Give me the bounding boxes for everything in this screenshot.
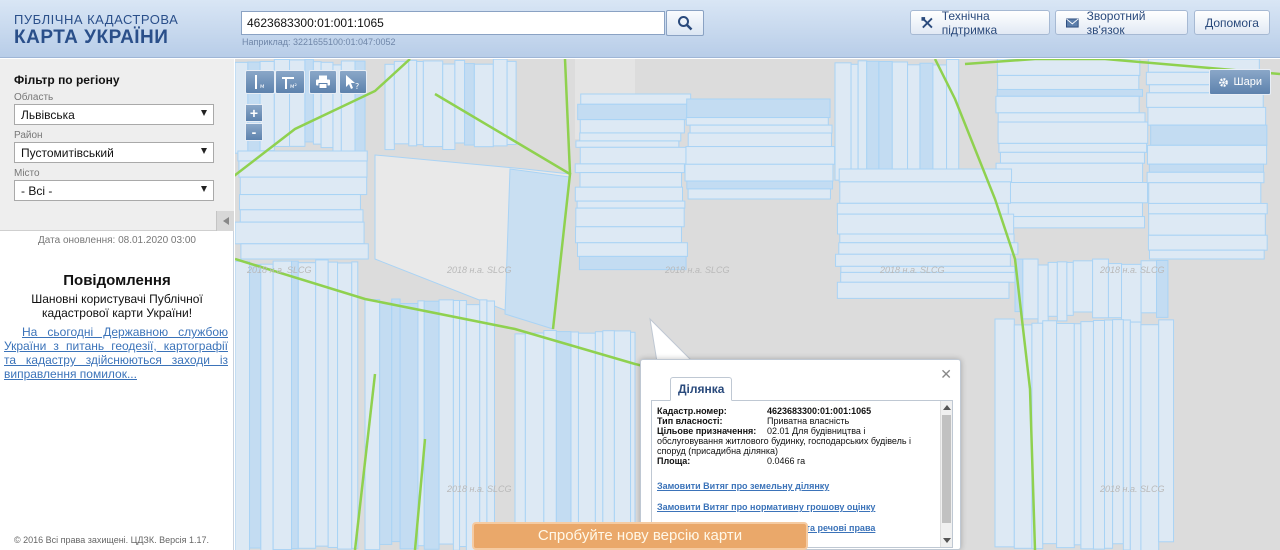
notice-link[interactable]: На сьогодні Державною службою України з … — [4, 325, 228, 381]
purpose-value-2: обслуговування житлового будинку, господ… — [657, 436, 912, 456]
watermark: 2018 н.а. SLCG — [665, 265, 730, 275]
feedback-button[interactable]: Зворотний зв'язок — [1055, 8, 1188, 37]
area-value: 0.0466 га — [767, 456, 806, 466]
order-valuation-extract-link[interactable]: Замовити Витяг про нормативну грошову оц… — [657, 502, 875, 512]
print-button[interactable] — [309, 70, 337, 94]
gear-icon — [1218, 77, 1228, 87]
zoom-in-button[interactable]: + — [245, 104, 263, 122]
notice-text: Шановні користувачі Публічної кадастрово… — [31, 292, 203, 320]
region-select[interactable]: Львівська — [14, 104, 214, 125]
watermark: 2018 н.а. SLCG — [880, 265, 945, 275]
logo-line-1: ПУБЛІЧНА КАДАСТРОВА — [14, 12, 179, 27]
watermark: 2018 н.а. SLCG — [447, 484, 512, 494]
watermark: 2018 н.а. SLCG — [1100, 484, 1165, 494]
scroll-down-icon[interactable] — [943, 538, 951, 543]
order-parcel-extract-link[interactable]: Замовити Витяг про земельну ділянку — [657, 481, 829, 491]
chevron-left-icon — [222, 217, 229, 225]
ruler-distance-icon: м — [255, 75, 265, 90]
chevron-down-icon — [201, 110, 207, 116]
collapse-sidebar-button[interactable] — [216, 211, 234, 231]
support-button[interactable]: Технічна підтримка — [910, 8, 1050, 37]
region-filter: Фільтр по регіону Область Львівська Райо… — [0, 59, 234, 231]
popup-scrollbar[interactable] — [940, 401, 952, 547]
district-select[interactable]: Пустомитівський — [14, 142, 214, 163]
area-label: Площа: — [657, 456, 691, 466]
site-logo[interactable]: ПУБЛІЧНА КАДАСТРОВА КАРТА УКРАЇНИ — [14, 12, 178, 48]
purpose-label: Цільове призначення: — [657, 426, 757, 436]
search-icon — [678, 16, 693, 31]
tools-icon — [921, 16, 933, 28]
logo-line-2: КАРТА УКРАЇНИ — [14, 27, 169, 48]
cadastre-label: Кадастр.номер: — [657, 406, 727, 416]
notice-title: Повідомлення — [63, 272, 171, 289]
support-label: Технічна підтримка — [941, 8, 998, 37]
new-version-banner[interactable]: Спробуйте нову версію карти — [472, 522, 808, 550]
scroll-up-icon[interactable] — [943, 405, 951, 410]
ruler-area-icon: м² — [282, 77, 298, 90]
envelope-icon — [1066, 17, 1079, 28]
layers-label: Шари — [1233, 76, 1262, 88]
popup-pointer — [649, 317, 695, 363]
tab-parcel[interactable]: Ділянка — [670, 377, 733, 401]
cursor-question-icon: ? — [346, 75, 359, 90]
measure-area-button[interactable]: м² — [275, 70, 305, 94]
filter-title: Фільтр по регіону — [14, 73, 120, 87]
svg-text:м²: м² — [290, 83, 298, 90]
svg-text:?: ? — [355, 82, 359, 90]
header: ПУБЛІЧНА КАДАСТРОВА КАРТА УКРАЇНИ Наприк… — [0, 0, 1280, 58]
region-select-value: Львівська — [21, 108, 75, 122]
purpose-value-1: 02.01 Для будівництва і — [767, 426, 866, 436]
chevron-down-icon — [201, 148, 207, 154]
parcel-info: Кадастр.номер: 4623683300:01:001:1065 Тип… — [657, 406, 935, 466]
cadastre-value: 4623683300:01:001:1065 — [767, 406, 872, 416]
city-label: Місто — [14, 168, 40, 179]
layers-button[interactable]: Шари — [1208, 69, 1271, 95]
district-label: Район — [14, 130, 43, 141]
city-select[interactable]: - Всі - — [14, 180, 214, 201]
search-hint: Наприклад: 3221655100:01:047:0052 — [242, 37, 396, 47]
region-label: Область — [14, 92, 54, 103]
svg-text:м: м — [260, 83, 265, 90]
chevron-down-icon — [201, 186, 207, 192]
search-input[interactable] — [241, 11, 665, 35]
printer-icon — [316, 75, 330, 89]
map-view[interactable]: 2018 н.а. SLCG 2018 н.а. SLCG 2018 н.а. … — [235, 59, 1280, 550]
scroll-thumb[interactable] — [942, 415, 951, 523]
measure-distance-button[interactable]: м — [245, 70, 275, 94]
help-button[interactable]: Допомога — [1194, 10, 1270, 35]
district-select-value: Пустомитівський — [21, 146, 114, 160]
copyright: © 2016 Всі права захищені. ЦДЗК. Версія … — [14, 535, 210, 545]
help-label: Допомога — [1205, 15, 1259, 30]
update-date: Дата оновлення: 08.01.2020 03:00 — [38, 235, 196, 246]
ownership-value: Приватна власність — [767, 416, 850, 426]
search-button[interactable] — [666, 10, 704, 36]
watermark: 2018 н.а. SLCG — [1100, 265, 1165, 275]
watermark: 2018 н.а. SLCG — [247, 265, 312, 275]
identify-button[interactable]: ? — [339, 70, 367, 94]
close-icon[interactable]: ✕ — [940, 366, 952, 383]
zoom-out-button[interactable]: - — [245, 123, 263, 141]
city-select-value: - Всі - — [21, 184, 53, 198]
watermark: 2018 н.а. SLCG — [447, 265, 512, 275]
ownership-label: Тип власності: — [657, 416, 723, 426]
feedback-label: Зворотний зв'язок — [1086, 8, 1146, 37]
sidebar: Фільтр по регіону Область Львівська Райо… — [0, 59, 234, 550]
